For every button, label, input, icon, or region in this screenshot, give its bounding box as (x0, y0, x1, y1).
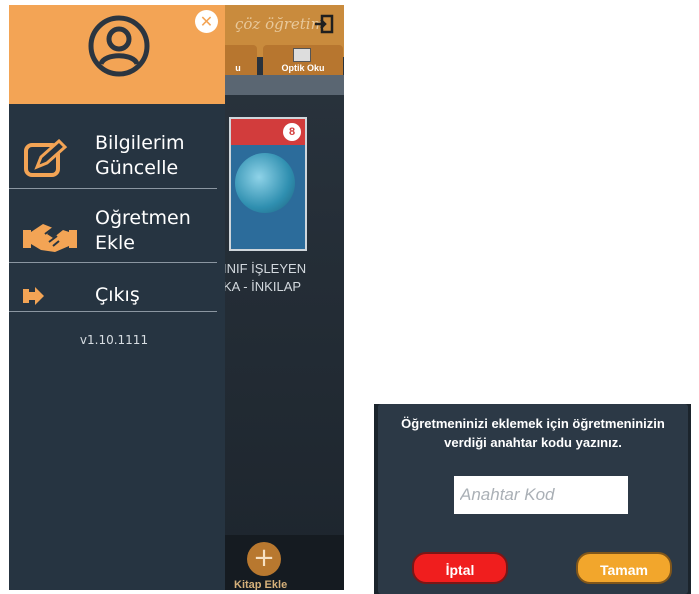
handshake-icon (23, 224, 77, 252)
navigation-drawer: ✕ Bilgilerim Güncelle Oğretmen Ekle Çıkı… (9, 5, 225, 590)
background-app: çöz öğretim u Optik Oku 8 INIF İŞLEYEN K… (219, 5, 344, 590)
globe-image (235, 153, 295, 213)
app-tabs: u Optik Oku (219, 45, 344, 75)
user-avatar-icon (88, 15, 150, 77)
book-title-line1: INIF İŞLEYEN (223, 261, 307, 276)
add-book-label: Kitap Ekle (234, 579, 288, 590)
menu-label-line1: Çıkış (95, 284, 140, 306)
close-icon[interactable]: ✕ (195, 10, 218, 33)
ok-button[interactable]: Tamam (576, 552, 672, 584)
add-book-button[interactable]: + (247, 542, 281, 576)
dialog-message: Öğretmeninizi eklemek için öğretmeninizi… (378, 414, 688, 452)
menu-item-label: Çıkış (95, 283, 140, 308)
logout-icon (23, 287, 44, 305)
app-title: çöz öğretim (235, 15, 325, 33)
book-grade-badge: 8 (283, 123, 301, 141)
book-cover[interactable]: 8 (229, 117, 307, 251)
cancel-button[interactable]: İptal (412, 552, 508, 584)
version-label: v1.10.1111 (79, 333, 149, 347)
menu-label-line1: Oğretmen (95, 207, 191, 229)
menu-item-update-info[interactable]: Bilgilerim Güncelle (9, 131, 225, 191)
menu-label-line2: Ekle (95, 232, 135, 254)
divider (9, 311, 217, 312)
add-teacher-dialog: Öğretmeninizi eklemek için öğretmeninizi… (378, 404, 688, 594)
app-subheader (225, 75, 344, 95)
dialog-message-line1: Öğretmeninizi eklemek için öğretmeninizi… (401, 416, 665, 431)
phone-dialog-screen: Öğretmeninizi eklemek için öğretmeninizi… (374, 404, 691, 594)
edit-icon (24, 139, 68, 177)
key-code-input[interactable] (454, 476, 628, 514)
menu-label-line1: Bilgilerim (95, 132, 185, 154)
login-icon[interactable] (314, 14, 334, 34)
menu-item-add-teacher[interactable]: Oğretmen Ekle (9, 206, 225, 266)
menu-item-label: Bilgilerim Güncelle (95, 131, 185, 181)
menu-item-logout[interactable]: Çıkış (9, 283, 225, 313)
tab-partial-label: u (235, 63, 241, 73)
tab-optik-oku-label: Optik Oku (281, 63, 325, 73)
menu-item-label: Oğretmen Ekle (95, 206, 191, 256)
book-title-line2: KA - İNKILAP (223, 279, 302, 294)
phone-drawer-screen: çöz öğretim u Optik Oku 8 INIF İŞLEYEN K… (9, 5, 344, 590)
tab-optik-oku[interactable]: Optik Oku (263, 45, 343, 75)
drawer-header: ✕ (9, 5, 225, 104)
menu-label-line2: Güncelle (95, 157, 179, 179)
qr-scan-icon (293, 48, 311, 62)
divider (9, 188, 217, 189)
dialog-message-line2: verdiği anahtar kodu yazınız. (444, 435, 622, 450)
plus-icon: + (253, 543, 275, 573)
divider (9, 262, 217, 263)
